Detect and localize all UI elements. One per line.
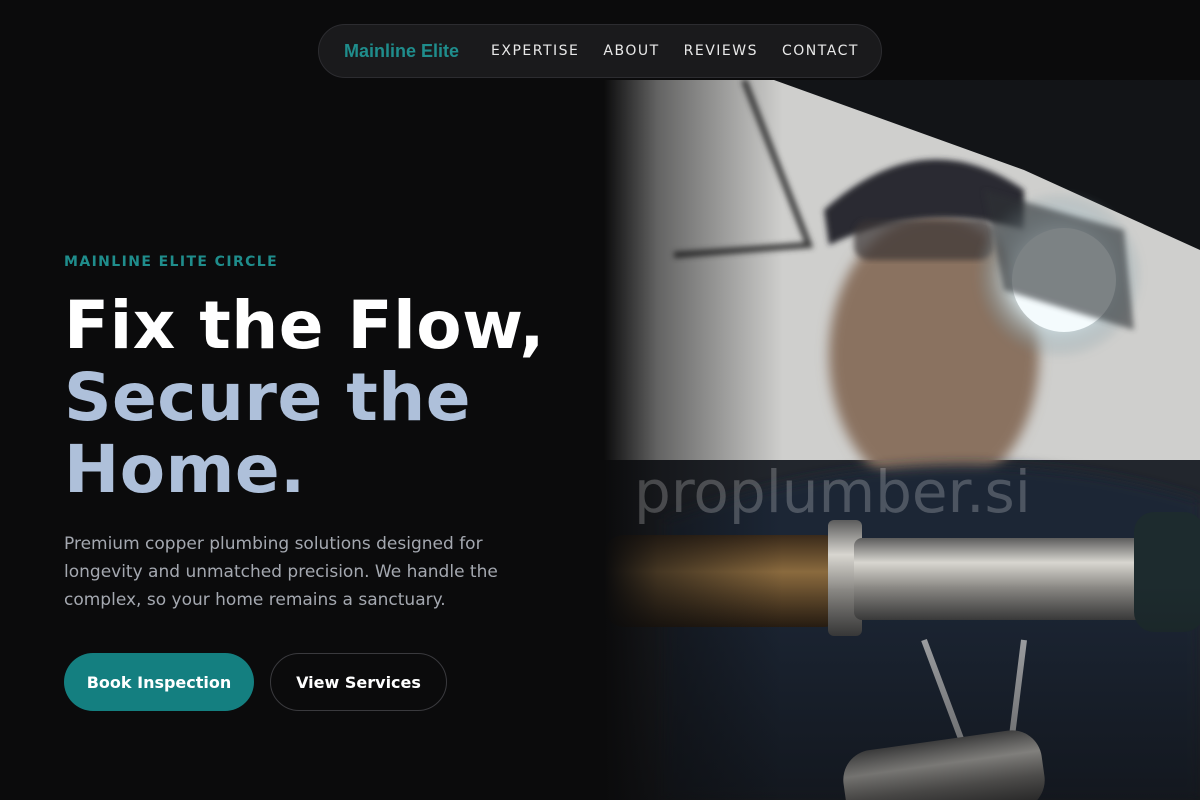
nav-link-reviews[interactable]: REVIEWS — [684, 43, 758, 59]
view-services-button[interactable]: View Services — [270, 653, 447, 711]
nav-link-about[interactable]: ABOUT — [603, 43, 659, 59]
headline-line-2: Secure the — [64, 359, 471, 436]
brand-logo[interactable]: Mainline Elite — [344, 41, 459, 62]
headline-line-3: Home. — [64, 431, 306, 508]
image-watermark: proplumber.si — [634, 458, 1031, 526]
hero-eyebrow: MAINLINE ELITE CIRCLE — [64, 254, 279, 270]
image-edge-fade — [604, 80, 1200, 800]
nav-link-contact[interactable]: CONTACT — [782, 43, 859, 59]
hero-image-plumber: proplumber.si — [604, 80, 1200, 800]
headline-line-1: Fix the Flow, — [64, 287, 545, 364]
book-inspection-button[interactable]: Book Inspection — [64, 653, 254, 711]
hero-description: Premium copper plumbing solutions design… — [64, 534, 498, 610]
hero-headline: Fix the Flow, Secure the Home. — [64, 290, 604, 506]
landing-page: proplumber.si Mainline Elite EXPERTISE A… — [0, 0, 1200, 800]
nav-link-expertise[interactable]: EXPERTISE — [491, 43, 579, 59]
top-navigation: Mainline Elite EXPERTISE ABOUT REVIEWS C… — [318, 24, 882, 78]
